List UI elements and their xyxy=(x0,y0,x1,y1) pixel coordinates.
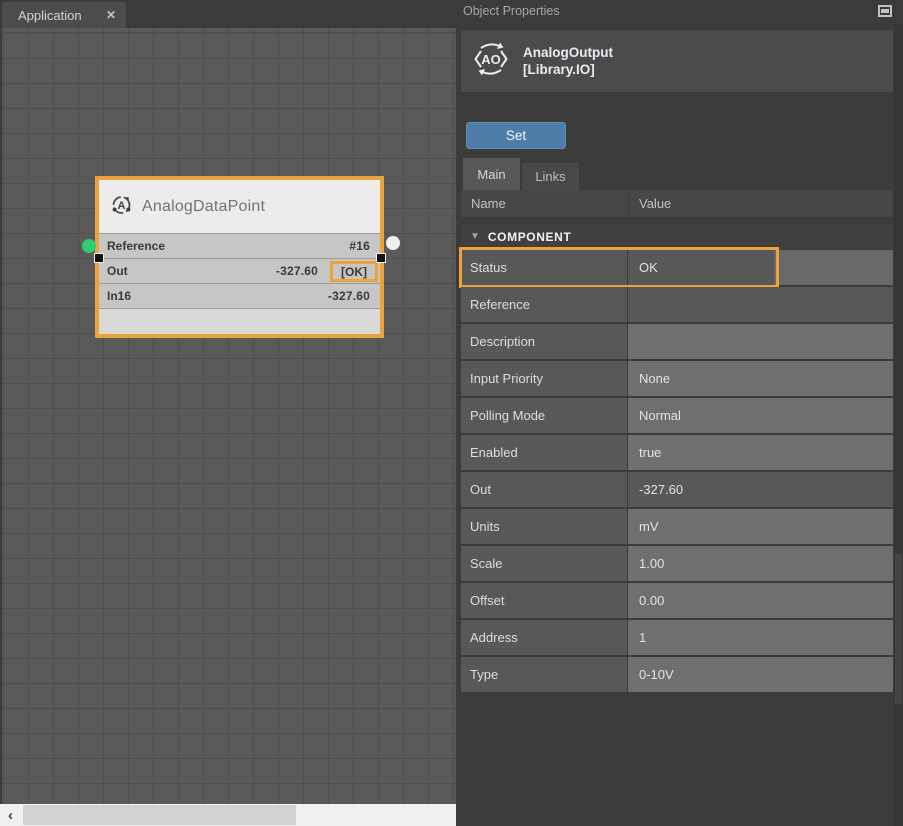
property-name: Input Priority xyxy=(461,361,627,396)
property-name: Description xyxy=(461,324,627,359)
property-value[interactable]: true xyxy=(628,435,893,470)
property-row-out[interactable]: Out -327.60 xyxy=(461,472,893,507)
block-row-value: #16 xyxy=(349,239,370,253)
property-name: Enabled xyxy=(461,435,627,470)
output-port-dot[interactable] xyxy=(386,236,400,250)
status-indicator-cell xyxy=(774,250,893,285)
horizontal-scrollbar-thumb[interactable] xyxy=(23,805,296,825)
svg-text:AO: AO xyxy=(481,52,501,67)
property-name: Polling Mode xyxy=(461,398,627,433)
analog-component-icon: A xyxy=(110,193,133,221)
property-row-scale[interactable]: Scale 1.00 xyxy=(461,546,893,581)
block-row-name: Out xyxy=(107,264,128,278)
selection-handle-right[interactable] xyxy=(376,253,386,263)
analog-output-icon: AO xyxy=(471,40,511,83)
tab-main[interactable]: Main xyxy=(463,158,520,190)
property-name: Type xyxy=(461,657,627,692)
property-value[interactable]: None xyxy=(628,361,893,396)
object-summary: AO AnalogOutput [Library.IO] xyxy=(461,30,893,92)
wiresheet-canvas[interactable]: A AnalogDataPoint Reference #16 Out -327… xyxy=(0,28,456,804)
property-name: Reference xyxy=(461,287,627,322)
property-value[interactable]: mV xyxy=(628,509,893,544)
status-ok-badge: [OK] xyxy=(330,261,378,282)
block-footer-strip xyxy=(99,308,380,334)
block-row-name: Reference xyxy=(107,239,165,253)
property-name: Address xyxy=(461,620,627,655)
input-port-dot[interactable] xyxy=(82,239,96,253)
property-value xyxy=(628,287,893,322)
selection-handle-left[interactable] xyxy=(94,253,104,263)
object-name: AnalogOutput xyxy=(523,44,613,61)
svg-text:A: A xyxy=(118,200,126,212)
property-row-address[interactable]: Address 1 xyxy=(461,620,893,655)
property-name: Out xyxy=(461,472,627,507)
property-row-units[interactable]: Units mV xyxy=(461,509,893,544)
property-row-input-priority[interactable]: Input Priority None xyxy=(461,361,893,396)
collapse-triangle-icon[interactable]: ▼ xyxy=(470,231,480,242)
property-value: -327.60 xyxy=(628,472,893,507)
property-row-status[interactable]: Status OK xyxy=(461,250,893,285)
block-row-in16[interactable]: In16 -327.60 xyxy=(99,283,380,308)
tab-application[interactable]: Application ✕ xyxy=(2,2,126,28)
set-button[interactable]: Set xyxy=(466,122,566,149)
block-row-name: In16 xyxy=(107,289,131,303)
property-row-enabled[interactable]: Enabled true xyxy=(461,435,893,470)
panel-title: Object Properties xyxy=(463,4,560,18)
section-component[interactable]: ▼ COMPONENT xyxy=(461,224,893,249)
property-name: Units xyxy=(461,509,627,544)
header-name: Name xyxy=(461,196,628,211)
scroll-left-arrow-icon[interactable]: ‹ xyxy=(0,804,21,826)
property-value[interactable]: Normal xyxy=(628,398,893,433)
canvas-left-edge xyxy=(0,28,2,804)
header-value: Value xyxy=(629,196,671,211)
restore-panel-icon[interactable] xyxy=(878,5,892,17)
block-row-out[interactable]: Out -327.60 [OK] xyxy=(99,258,380,283)
block-header: A AnalogDataPoint xyxy=(99,180,380,233)
tab-links[interactable]: Links xyxy=(522,163,579,190)
property-row-type[interactable]: Type 0-10V xyxy=(461,657,893,692)
tab-close-icon[interactable]: ✕ xyxy=(106,8,116,22)
block-row-value: -327.60 xyxy=(276,264,318,278)
application-window: Application ✕ A An xyxy=(0,0,903,826)
property-row-offset[interactable]: Offset 0.00 xyxy=(461,583,893,618)
object-properties-panel: Object Properties AO AnalogOutput [Libra… xyxy=(456,0,903,826)
property-value[interactable] xyxy=(628,324,893,359)
property-name: Status xyxy=(461,250,627,285)
property-value: OK xyxy=(628,250,774,285)
property-row-polling-mode[interactable]: Polling Mode Normal xyxy=(461,398,893,433)
editor-tab-bar: Application ✕ xyxy=(0,0,456,28)
property-value[interactable]: 0-10V xyxy=(628,657,893,692)
horizontal-scrollbar[interactable]: ‹ xyxy=(0,804,456,826)
section-label: COMPONENT xyxy=(488,230,571,244)
property-value[interactable]: 1.00 xyxy=(628,546,893,581)
canvas-pane: Application ✕ A An xyxy=(0,0,456,826)
object-library: [Library.IO] xyxy=(523,61,613,78)
analog-datapoint-block[interactable]: A AnalogDataPoint Reference #16 Out -327… xyxy=(95,176,384,338)
block-title: AnalogDataPoint xyxy=(142,198,265,216)
property-row-reference[interactable]: Reference xyxy=(461,287,893,322)
vertical-scrollbar-thumb[interactable] xyxy=(895,554,902,704)
property-row-description[interactable]: Description xyxy=(461,324,893,359)
property-name: Scale xyxy=(461,546,627,581)
tab-application-label: Application xyxy=(18,8,100,23)
property-value[interactable]: 0.00 xyxy=(628,583,893,618)
property-value[interactable]: 1 xyxy=(628,620,893,655)
block-row-value: -327.60 xyxy=(328,289,370,303)
vertical-scrollbar[interactable] xyxy=(894,24,903,826)
property-grid-header: Name Value xyxy=(461,190,893,217)
block-row-reference[interactable]: Reference #16 xyxy=(99,233,380,258)
property-rows: Status OK Reference Description Input xyxy=(461,250,893,694)
property-name: Offset xyxy=(461,583,627,618)
